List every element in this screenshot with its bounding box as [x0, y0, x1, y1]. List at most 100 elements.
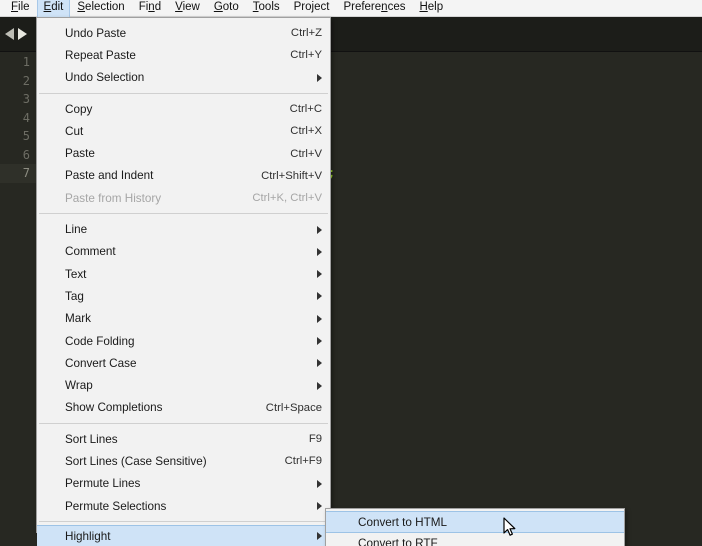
menubar-item-goto[interactable]: Goto [207, 0, 246, 18]
menu-item-shortcut: Ctrl+K, Ctrl+V [252, 192, 322, 205]
menu-item-cut[interactable]: Cut Ctrl+X [37, 120, 330, 142]
menu-item-convert-case[interactable]: Convert Case [37, 352, 330, 374]
menu-item-label: Wrap [65, 379, 93, 393]
menu-item-label: Code Folding [65, 334, 135, 348]
menubar-item-preferences[interactable]: Preferences [336, 0, 412, 18]
menu-item-label: Tag [65, 289, 84, 303]
menubar-item-view[interactable]: View [168, 0, 207, 18]
menubar-item-file[interactable]: File [4, 0, 37, 18]
menu-item-shortcut: Ctrl+V [290, 147, 322, 160]
line-number-gutter: 1 2 3 4 5 6 7 [0, 53, 36, 546]
menu-separator [39, 521, 328, 523]
submenu-arrow-icon [317, 270, 322, 279]
menubar-item-label: Edit [43, 0, 64, 13]
line-number: 4 [22, 110, 30, 125]
menu-item-label: Show Completions [65, 401, 163, 415]
menu-item-shortcut: Ctrl+Shift+V [261, 169, 322, 182]
submenu-arrow-icon [317, 314, 322, 323]
menu-item-shortcut: Ctrl+F9 [284, 455, 322, 468]
menu-item-undo-paste[interactable]: Undo Paste Ctrl+Z [37, 22, 330, 44]
menubar-item-help[interactable]: Help [412, 0, 450, 18]
menubar-item-label: Goto [213, 0, 239, 13]
menu-item-label: Undo Paste [65, 26, 127, 40]
menu-item-shortcut: Ctrl+Z [290, 27, 322, 40]
menu-item-label: Paste from History [65, 191, 162, 205]
submenu-arrow-icon [317, 225, 322, 234]
menubar-item-label: Selection [77, 0, 125, 13]
menu-item-show-completions[interactable]: Show Completions Ctrl+Space [37, 397, 330, 419]
line-number: 7 [0, 164, 36, 183]
line-number: 5 [22, 129, 30, 143]
edit-menu-dropdown[interactable]: Undo Paste Ctrl+Z Repeat Paste Ctrl+Y Undo S… [36, 17, 331, 546]
line-number: 6 [22, 147, 30, 162]
menu-item-permute-selections[interactable]: Permute Selections [37, 495, 330, 517]
menu-item-mark[interactable]: Mark [37, 308, 330, 330]
menu-item-sort-lines-case-sensitive[interactable]: Sort Lines (Case Sensitive) Ctrl+F9 [37, 450, 330, 472]
line-number: 3 [22, 92, 30, 106]
menu-item-highlight[interactable]: Highlight [37, 525, 330, 546]
menu-separator [39, 92, 328, 94]
menu-item-paste[interactable]: Paste Ctrl+V [37, 142, 330, 164]
menu-item-tag[interactable]: Tag [37, 285, 330, 307]
menu-item-label: Paste and Indent [65, 169, 154, 183]
tab-scroll-arrows[interactable] [2, 25, 36, 43]
menu-item-text[interactable]: Text [37, 263, 330, 285]
highlight-submenu-dropdown[interactable]: Convert to HTML Convert to RTF [325, 508, 625, 546]
menu-item-permute-lines[interactable]: Permute Lines [37, 473, 330, 495]
menu-item-line[interactable]: Line [37, 218, 330, 240]
menubar-item-label: Tools [252, 0, 280, 13]
submenu-arrow-icon [317, 532, 322, 541]
menubar-item-label: View [175, 0, 200, 13]
menu-item-code-folding[interactable]: Code Folding [37, 330, 330, 352]
menu-item-paste-from-history: Paste from History Ctrl+K, Ctrl+V [37, 187, 330, 209]
submenu-arrow-icon [317, 73, 322, 82]
triangle-left-icon[interactable] [5, 28, 14, 40]
menu-item-shortcut: Ctrl+Y [290, 49, 322, 62]
line-number: 2 [22, 73, 30, 88]
menu-item-sort-lines[interactable]: Sort Lines F9 [37, 428, 330, 450]
submenu-arrow-icon [317, 292, 322, 301]
menu-item-label: Convert to HTML [358, 515, 447, 529]
menubar-item-label: Help [419, 0, 444, 13]
submenu-arrow-icon [317, 247, 322, 256]
menubar-item-label: File [11, 0, 30, 13]
menu-item-shortcut: Ctrl+C [289, 103, 322, 116]
submenu-arrow-icon [317, 337, 322, 345]
menubar-item-label: Find [138, 0, 162, 13]
menu-item-convert-to-html[interactable]: Convert to HTML [326, 511, 624, 534]
menu-item-label: Copy [65, 102, 93, 116]
menu-item-wrap[interactable]: Wrap [37, 374, 330, 396]
menu-item-paste-and-indent[interactable]: Paste and Indent Ctrl+Shift+V [37, 165, 330, 187]
menu-item-label: Permute Selections [65, 499, 167, 513]
menubar-item-label: Project [293, 0, 330, 13]
menubar-item-find[interactable]: Find [132, 0, 168, 18]
menu-item-label: Sort Lines [65, 432, 118, 446]
menu-bar[interactable]: File Edit Selection Find View Goto Tools Projec… [0, 0, 702, 18]
menubar-item-selection[interactable]: Selection [70, 0, 131, 18]
submenu-arrow-icon [317, 479, 322, 488]
menu-item-label: Paste [65, 147, 95, 161]
menu-item-repeat-paste[interactable]: Repeat Paste Ctrl+Y [37, 44, 330, 66]
menu-separator [39, 213, 328, 215]
menu-item-label: Undo Selection [65, 71, 145, 85]
menu-item-label: Cut [65, 124, 84, 138]
menubar-item-tools[interactable]: Tools [246, 0, 287, 18]
menu-item-label: Sort Lines (Case Sensitive) [65, 454, 207, 468]
menubar-item-project[interactable]: Project [287, 0, 337, 18]
menu-item-label: Highlight [65, 529, 111, 543]
menu-item-copy[interactable]: Copy Ctrl+C [37, 98, 330, 120]
menu-item-shortcut: Ctrl+Space [265, 401, 322, 414]
submenu-arrow-icon [317, 381, 322, 390]
menu-item-label: Permute Lines [65, 477, 141, 491]
menu-item-convert-to-rtf[interactable]: Convert to RTF [326, 532, 624, 546]
menubar-item-edit[interactable]: Edit [36, 0, 71, 18]
menu-separator [39, 423, 328, 425]
menu-item-label: Line [65, 223, 88, 237]
submenu-arrow-icon [317, 502, 322, 511]
menubar-item-label: Preferences [343, 0, 406, 13]
triangle-right-icon[interactable] [18, 28, 27, 40]
menu-item-undo-selection[interactable]: Undo Selection [37, 67, 330, 89]
line-number: 1 [22, 55, 30, 69]
menu-item-comment[interactable]: Comment [37, 241, 330, 263]
application-window: 1234567 ; Undo Paste Ctrl+Z Repeat Paste Ct… [0, 0, 702, 546]
